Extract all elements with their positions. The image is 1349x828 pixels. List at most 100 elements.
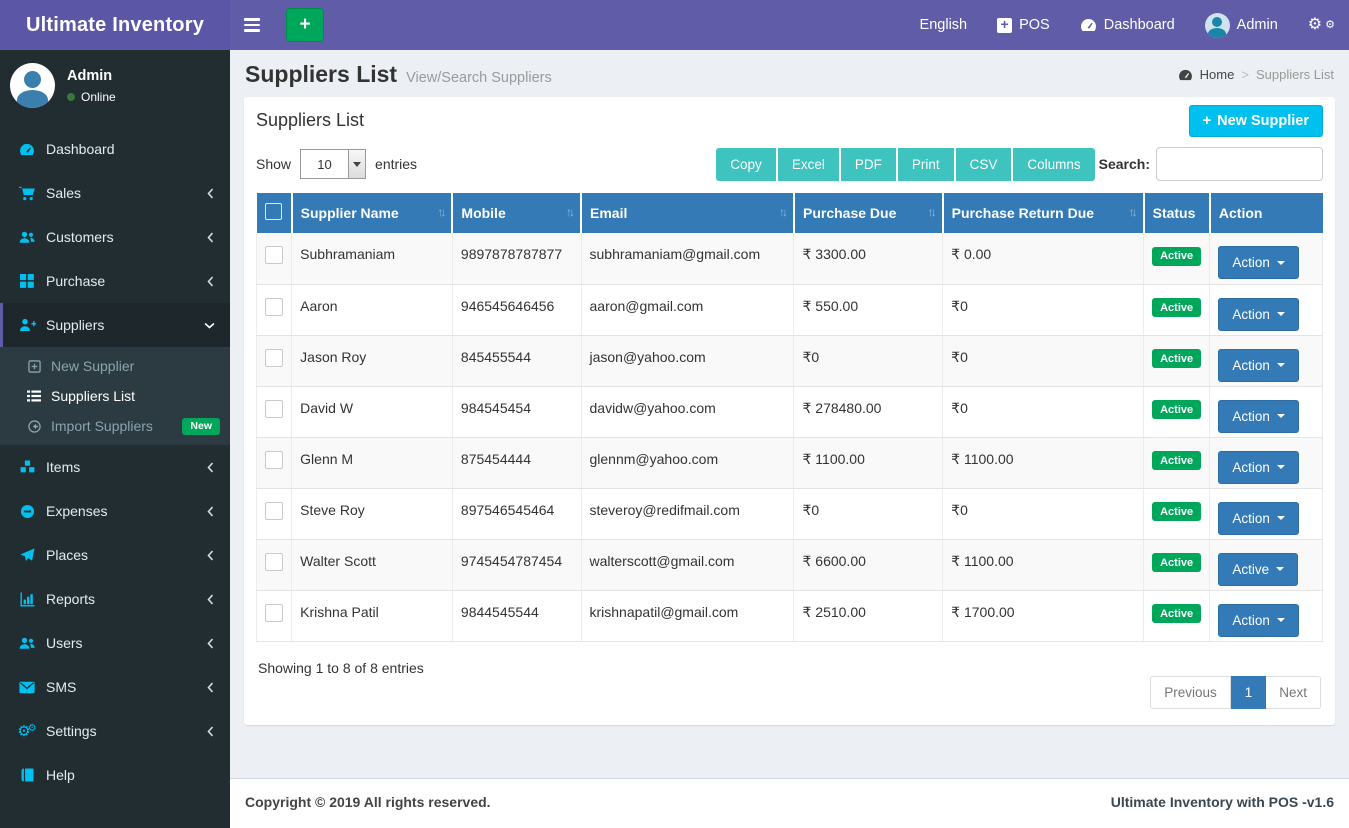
search-label: Search: — [1098, 156, 1150, 172]
sidebar-item-sms[interactable]: SMS — [0, 665, 230, 709]
page-1-button[interactable]: 1 — [1230, 675, 1267, 709]
column-mobile[interactable]: Mobile ↑↓ — [451, 193, 581, 233]
sidebar-item-items[interactable]: Items — [0, 445, 230, 489]
row-checkbox[interactable] — [265, 246, 283, 264]
plus-square-icon — [997, 16, 1013, 33]
sidebar-item-sales[interactable]: Sales — [0, 171, 230, 215]
column-purchase-due[interactable]: Purchase Due ↑↓ — [792, 193, 943, 233]
csv-button[interactable]: CSV — [955, 147, 1012, 181]
supplier-name-cell: Krishna Patil — [291, 590, 453, 642]
action-cell: Action — [1209, 335, 1323, 387]
mobile-cell: 875454444 — [452, 437, 582, 489]
action-button[interactable]: Action — [1218, 297, 1299, 331]
sidebar-item-customers[interactable]: Customers — [0, 215, 230, 259]
column-email[interactable]: Email ↑↓ — [580, 193, 794, 233]
sidebar-item-import-suppliers[interactable]: Import Suppliers New — [0, 411, 230, 441]
sidebar-toggle-icon[interactable] — [244, 0, 278, 50]
mobile-cell: 845455544 — [452, 335, 582, 387]
entries-info: Showing 1 to 8 of 8 entries — [258, 659, 424, 676]
book-icon — [15, 768, 39, 782]
pdf-button[interactable]: PDF — [840, 147, 896, 181]
search-input[interactable] — [1156, 147, 1323, 181]
supplier-name-cell: Walter Scott — [291, 539, 453, 591]
select-all-checkbox[interactable] — [264, 203, 282, 220]
action-button[interactable]: Action — [1218, 501, 1299, 535]
column-status[interactable]: Status — [1142, 193, 1210, 233]
checkbox-cell — [255, 335, 293, 387]
row-checkbox[interactable] — [265, 399, 283, 418]
email-cell: davidw@yahoo.com — [581, 386, 795, 438]
action-button[interactable]: Action — [1218, 450, 1299, 484]
column-purchase-return-due[interactable]: Purchase Return Due ↑↓ — [941, 193, 1144, 233]
mobile-cell: 9897878787877 — [452, 233, 582, 285]
sidebar-item-expenses[interactable]: Expenses — [0, 489, 230, 533]
column-action[interactable]: Action — [1208, 193, 1323, 233]
sidebar-item-help[interactable]: Help — [0, 753, 230, 797]
table-row: Subhramaniam 9897878787877 subhramaniam@… — [255, 233, 1323, 285]
sidebar-item-purchase[interactable]: Purchase — [0, 259, 230, 303]
sidebar-item-settings[interactable]: ⚙ ⚙ Settings — [0, 709, 230, 753]
table-row: David W 984545454 davidw@yahoo.com ₹ 278… — [255, 386, 1323, 438]
envelope-icon — [15, 681, 39, 694]
status-badge: Active — [1152, 400, 1202, 419]
sort-icon: ↑↓ — [566, 205, 575, 219]
column-supplier-name[interactable]: Supplier Name ↑↓ — [290, 193, 453, 233]
select-all-header — [256, 193, 292, 233]
grid-icon — [15, 274, 39, 288]
arrow-circle-left-icon — [24, 419, 44, 433]
previous-page-button[interactable]: Previous — [1150, 675, 1231, 709]
mobile-cell: 9745454787454 — [452, 539, 582, 591]
action-button[interactable]: Action — [1218, 399, 1299, 433]
dashboard-link[interactable]: Dashboard — [1080, 17, 1175, 33]
row-checkbox[interactable] — [265, 603, 283, 622]
language-menu[interactable]: English — [920, 17, 968, 33]
copy-button[interactable]: Copy — [716, 147, 776, 181]
pos-link[interactable]: POS — [997, 16, 1050, 33]
status-cell: Active — [1143, 335, 1211, 387]
action-button[interactable]: Action — [1218, 348, 1299, 382]
entries-label: entries — [375, 156, 418, 172]
purchase-return-due-cell: ₹ 1700.00 — [942, 590, 1145, 642]
excel-button[interactable]: Excel — [777, 147, 839, 181]
panel-title: Suppliers List — [256, 110, 365, 130]
suppliers-table-body: Subhramaniam 9897878787877 subhramaniam@… — [255, 233, 1323, 642]
action-button[interactable]: Action — [1218, 603, 1299, 637]
next-page-button[interactable]: Next — [1266, 675, 1321, 709]
breadcrumb-home[interactable]: Home — [1200, 67, 1235, 82]
row-checkbox[interactable] — [265, 552, 283, 571]
quick-add-button[interactable]: + — [286, 8, 324, 42]
sidebar-item-suppliers[interactable]: Suppliers — [0, 303, 230, 347]
row-checkbox[interactable] — [265, 348, 283, 367]
action-button[interactable]: Active — [1218, 552, 1299, 586]
copyright-text: Copyright © 2019 All rights reserved. — [245, 794, 491, 810]
sidebar-item-places[interactable]: Places — [0, 533, 230, 577]
panel-header: Suppliers List + New Supplier — [244, 97, 1335, 141]
print-button[interactable]: Print — [897, 147, 954, 181]
page-size-select[interactable]: 10 — [300, 149, 367, 179]
settings-gear-icon[interactable]: ⚙ ⚙ — [1308, 17, 1335, 33]
row-checkbox[interactable] — [265, 450, 283, 469]
chevron-left-icon — [206, 726, 215, 737]
action-button[interactable]: Action — [1218, 246, 1299, 279]
version-text: Ultimate Inventory with POS -v1.6 — [1110, 794, 1334, 810]
user-menu[interactable]: Admin — [1204, 12, 1278, 38]
app-logo[interactable]: Ultimate Inventory — [0, 0, 230, 50]
supplier-name-cell: Steve Roy — [291, 488, 453, 540]
sidebar-item-users[interactable]: Users — [0, 621, 230, 665]
status-cell: Active — [1143, 539, 1211, 591]
sidebar-item-reports[interactable]: Reports — [0, 577, 230, 621]
purchase-return-due-cell: ₹0 — [942, 386, 1145, 438]
list-icon — [24, 390, 44, 402]
new-supplier-button[interactable]: + New Supplier — [1188, 105, 1323, 137]
suppliers-table: Supplier Name ↑↓ Mobile ↑↓ Email ↑↓ Purchas… — [255, 193, 1323, 642]
sidebar-item-new-supplier[interactable]: New Supplier — [0, 351, 230, 381]
purchase-due-cell: ₹ 278480.00 — [793, 386, 944, 438]
sidebar-item-dashboard[interactable]: Dashboard — [0, 127, 230, 171]
action-cell: Action — [1209, 488, 1323, 540]
chevron-left-icon — [206, 594, 215, 605]
row-checkbox[interactable] — [265, 501, 283, 520]
sidebar-item-suppliers-list[interactable]: Suppliers List — [0, 381, 230, 411]
columns-button[interactable]: Columns — [1013, 147, 1095, 181]
online-dot-icon — [67, 92, 75, 101]
row-checkbox[interactable] — [265, 297, 283, 316]
